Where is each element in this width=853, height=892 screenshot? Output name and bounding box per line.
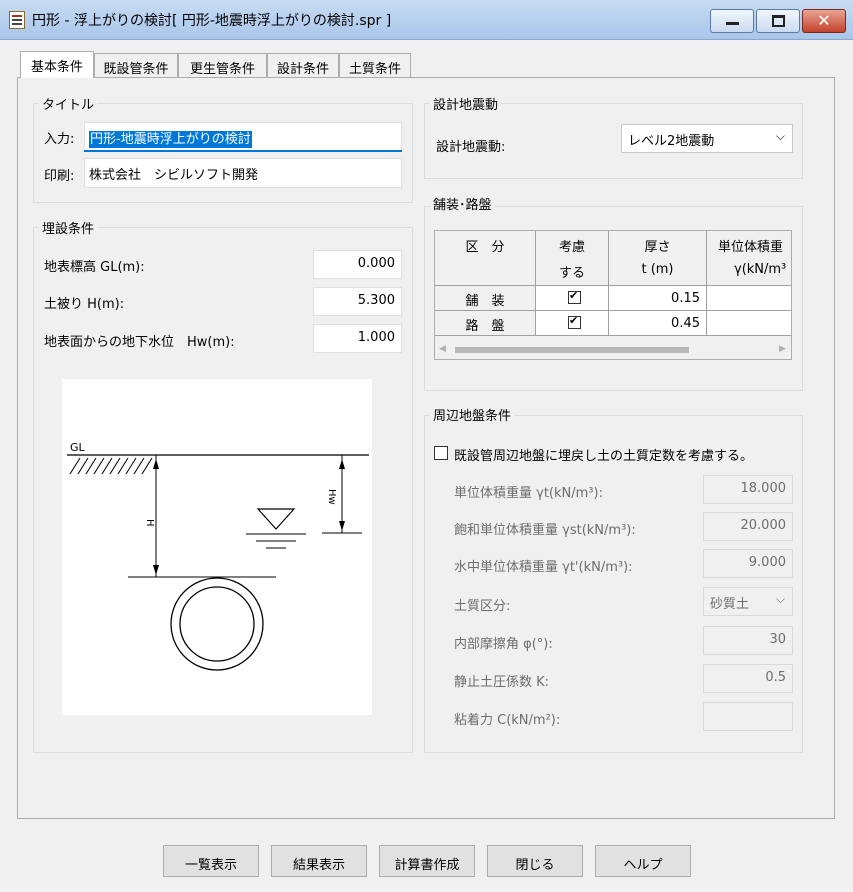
title-input-focus-line [84,150,402,152]
submerged-unit-weight-input[interactable]: 9.000 [703,549,793,578]
burial-diagram: GL H Hw [62,379,372,715]
cover-depth-label: 土被り H(m): [44,297,125,312]
title-group-label: タイトル [39,94,98,113]
grid-row-roadbed-unit-weight[interactable] [707,311,791,336]
tab-renewal-pipe[interactable]: 更生管条件 [178,53,267,77]
groundwater-input[interactable]: 1.000 [313,324,402,353]
grid-row-roadbed-name: 路 盤 [435,311,536,336]
grid-row-pavement-thickness[interactable]: 0.15 [609,286,707,311]
title-bar[interactable]: 円形 - 浮上がりの検討[ 円形-地震時浮上がりの検討.spr ] ✕ [0,0,853,40]
create-report-button[interactable]: 計算書作成 [379,845,475,877]
soil-type-value: 砂質土 [710,597,750,612]
surrounding-group-label: 周辺地盤条件 [430,405,515,424]
seismic-select-value: レベル2地震動 [628,134,715,149]
backfill-checkbox[interactable] [434,446,448,460]
tab-basic-conditions[interactable]: 基本条件 [20,51,94,78]
input-label: 入力: [44,132,75,147]
pavement-consider-checkbox[interactable] [568,289,581,304]
grid-header-category: 区 分 [435,231,536,286]
cohesion-input[interactable] [703,702,793,731]
friction-angle-label: 内部摩擦角 φ(°): [454,637,553,652]
scroll-right-icon[interactable]: ▶ [779,344,786,354]
earth-pressure-input[interactable]: 0.5 [703,664,793,693]
gl-label: 地表標高 GL(m): [44,260,145,275]
h-text: H [144,519,155,527]
submerged-unit-weight-label: 水中単位体積重量 γt'(kN/m³): [454,560,633,575]
maximize-icon [772,15,785,27]
gl-input[interactable]: 0.000 [313,250,402,279]
close-icon: ✕ [817,11,831,30]
grid-row-roadbed-thickness[interactable]: 0.45 [609,311,707,336]
close-button[interactable]: 閉じる [487,845,583,877]
seismic-select[interactable]: レベル2地震動 ⌵ [621,124,793,153]
soil-type-label: 土質区分: [454,599,511,614]
seismic-group-label: 設計地震動 [430,94,502,113]
title-group [33,103,413,203]
grid-row-roadbed-consider[interactable] [536,311,609,336]
grid-header-consider: 考慮 する [536,231,609,286]
cover-depth-input[interactable]: 5.300 [313,287,402,316]
hw-text: Hw [326,489,337,505]
print-input[interactable]: 株式会社 シビルソフト開発 [84,158,402,188]
scrollbar-thumb[interactable] [455,347,689,353]
minimize-icon [726,22,739,25]
window-title: 円形 - 浮上がりの検討[ 円形-地震時浮上がりの検討.spr ] [32,13,392,29]
grid-row-pavement-consider[interactable] [536,286,609,311]
pavement-grid[interactable]: 区 分 考慮 する 厚さ t (m) 単位体積重 γ(kN/m³ 舗 装 0.1… [434,230,792,360]
tab-soil-conditions[interactable]: 土質条件 [339,53,411,77]
cohesion-label: 粘着力 C(kN/m²): [454,713,561,728]
earth-pressure-label: 静止土圧係数 K: [454,675,550,690]
pavement-group-label: 舗装･路盤 [430,194,495,213]
backfill-checkbox-label[interactable]: 既設管周辺地盤に埋戻し土の土質定数を考慮する。 [454,445,753,464]
grid-header-thickness: 厚さ t (m) [609,231,707,286]
tab-design-conditions[interactable]: 設計条件 [267,53,339,77]
soil-type-select[interactable]: 砂質土 ⌵ [703,587,793,616]
tab-existing-pipe[interactable]: 既設管条件 [94,53,178,77]
result-view-button[interactable]: 結果表示 [271,845,367,877]
saturated-unit-weight-input[interactable]: 20.000 [703,512,793,541]
help-button[interactable]: ヘルプ [595,845,691,877]
scroll-left-icon[interactable]: ◀ [439,344,446,354]
maximize-button[interactable] [756,9,800,33]
grid-header-unit-weight: 単位体積重 γ(kN/m³ [707,231,791,286]
chevron-down-icon: ⌵ [775,592,785,606]
title-input[interactable]: 円形-地震時浮上がりの検討 [84,122,402,152]
unit-weight-input[interactable]: 18.000 [703,475,793,504]
list-view-button[interactable]: 一覧表示 [163,845,259,877]
groundwater-label: 地表面からの地下水位 Hw(m): [44,335,235,350]
unit-weight-label: 単位体積重量 γt(kN/m³): [454,486,603,501]
chevron-down-icon: ⌵ [775,129,785,143]
app-icon[interactable] [9,11,25,29]
title-input-text: 円形-地震時浮上がりの検討 [89,131,252,148]
grid-row-pavement-name: 舗 装 [435,286,536,311]
close-window-button[interactable]: ✕ [802,9,846,33]
saturated-unit-weight-label: 飽和単位体積重量 γst(kN/m³): [454,523,636,538]
gl-text: GL [70,441,86,454]
burial-group-label: 埋設条件 [39,218,98,237]
seismic-field-label: 設計地震動: [436,140,506,155]
grid-row-pavement-unit-weight[interactable] [707,286,791,311]
grid-horizontal-scrollbar[interactable]: ◀ ▶ [435,342,791,358]
roadbed-consider-checkbox[interactable] [568,314,581,329]
print-label: 印刷: [44,169,75,184]
minimize-button[interactable] [710,9,754,33]
friction-angle-input[interactable]: 30 [703,626,793,655]
